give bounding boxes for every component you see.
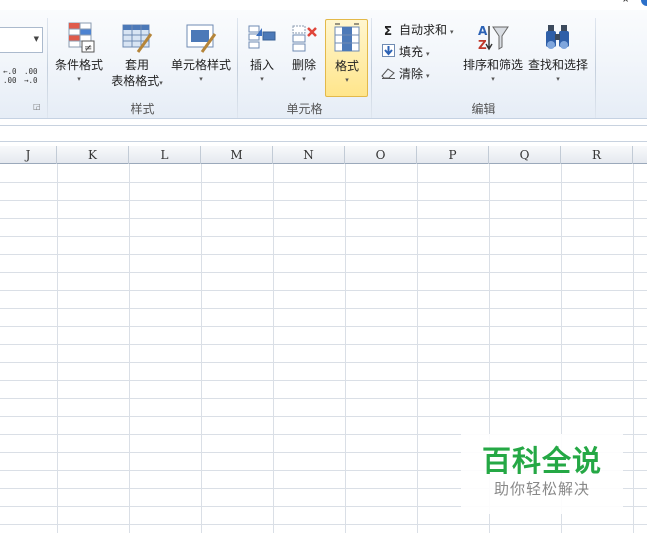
table-format-icon — [122, 24, 153, 53]
fill-button[interactable]: 填充 ▾ — [380, 42, 430, 62]
decrease-decimal-button[interactable]: .00 →.0 — [24, 67, 38, 85]
group-separator — [595, 18, 596, 118]
row-gridline — [0, 236, 647, 237]
column-gridline — [57, 164, 58, 533]
row-gridline — [0, 272, 647, 273]
editing-group-label: 编辑 — [471, 102, 496, 116]
svg-text:Z: Z — [478, 38, 487, 52]
autosum-button[interactable]: Σ 自动求和 ▾ — [380, 20, 454, 40]
insert-button[interactable]: 插入 ▾ — [242, 22, 282, 85]
svg-text:≠: ≠ — [84, 43, 92, 54]
ribbon: ⌃ ▼ ←.0 .00 .00 →.0 ◲ ≠ 条件格式 ▾ 套用 表格格式▾ … — [0, 0, 647, 119]
sigma-icon: Σ — [383, 23, 393, 38]
row-gridline — [0, 254, 647, 255]
column-header-m[interactable]: M — [201, 146, 273, 164]
increase-decimal-button[interactable]: ←.0 .00 — [3, 67, 17, 85]
fill-down-icon — [380, 43, 396, 63]
column-gridline — [417, 164, 418, 533]
chevron-down-icon: ▾ — [491, 75, 495, 83]
column-gridline — [201, 164, 202, 533]
formula-bar[interactable] — [0, 125, 647, 142]
format-button[interactable]: 格式 ▾ — [325, 19, 368, 97]
table-format-button[interactable]: 套用 表格格式▾ — [108, 22, 166, 91]
find-select-label: 查找和选择 — [527, 58, 588, 72]
cell-styles-icon — [186, 24, 217, 53]
svg-text:A: A — [478, 24, 488, 38]
column-header-p[interactable]: P — [417, 146, 489, 164]
column-header-row: J K L M N O P Q R — [0, 146, 647, 164]
chevron-down-icon: ▾ — [260, 75, 264, 83]
chevron-down-icon: ▾ — [556, 75, 560, 83]
eraser-icon — [380, 65, 396, 85]
table-format-label-line1: 套用 — [124, 58, 149, 72]
column-header-n[interactable]: N — [273, 146, 345, 164]
column-header-l[interactable]: L — [129, 146, 201, 164]
row-gridline — [0, 290, 647, 291]
chevron-down-icon: ▾ — [450, 28, 454, 36]
minimize-ribbon-icon[interactable]: ⌃ — [621, 0, 630, 10]
column-header-q[interactable]: Q — [489, 146, 561, 164]
conditional-format-label: 条件格式 — [54, 58, 103, 72]
sort-filter-label: 排序和筛选 — [462, 58, 523, 72]
styles-group-label: 样式 — [130, 102, 155, 116]
delete-label: 删除 — [291, 58, 316, 72]
row-gridline — [0, 308, 647, 309]
column-gridline — [273, 164, 274, 533]
insert-label: 插入 — [249, 58, 274, 72]
sort-filter-button[interactable]: A Z 排序和筛选 ▾ — [462, 22, 524, 85]
row-gridline — [0, 380, 647, 381]
chevron-down-icon: ▾ — [426, 72, 430, 80]
row-gridline — [0, 326, 647, 327]
column-gridline — [633, 164, 634, 533]
conditional-format-button[interactable]: ≠ 条件格式 ▾ — [53, 22, 105, 85]
watermark: 百科全说 助你轻松解决 — [461, 434, 623, 514]
number-format-combo[interactable]: ▼ — [0, 27, 43, 53]
chevron-down-icon: ▾ — [345, 76, 349, 84]
conditional-format-icon: ≠ — [68, 22, 95, 54]
row-gridline — [0, 182, 647, 183]
row-gridline — [0, 344, 647, 345]
clear-label: 清除 — [399, 67, 424, 81]
chevron-down-icon: ▾ — [77, 75, 81, 83]
row-gridline — [0, 362, 647, 363]
row-gridline — [0, 218, 647, 219]
fill-label: 填充 — [399, 45, 424, 59]
cell-styles-button[interactable]: 单元格样式 ▾ — [170, 22, 232, 85]
row-gridline — [0, 398, 647, 399]
row-gridline — [0, 200, 647, 201]
column-header-k[interactable]: K — [57, 146, 129, 164]
row-gridline — [0, 524, 647, 525]
delete-button[interactable]: 删除 ▾ — [284, 22, 324, 85]
clear-button[interactable]: 清除 ▾ — [380, 64, 430, 84]
column-gridline — [129, 164, 130, 533]
autosum-label: 自动求和 — [399, 23, 448, 37]
format-cells-icon — [334, 23, 360, 52]
chevron-down-icon: ▾ — [426, 50, 430, 58]
insert-cells-icon — [248, 25, 276, 49]
row-gridline — [0, 416, 647, 417]
chevron-down-icon: ▾ — [302, 75, 306, 83]
ribbon-tab-strip — [0, 0, 647, 10]
column-header-j[interactable]: J — [0, 146, 57, 164]
chevron-down-icon: ▾ — [159, 79, 163, 87]
delete-cells-icon — [292, 25, 317, 52]
watermark-title: 百科全说 — [481, 444, 602, 478]
sort-filter-icon: A Z — [478, 24, 509, 52]
find-select-button[interactable]: 查找和选择 ▾ — [526, 22, 590, 85]
watermark-subtitle: 助你轻松解决 — [493, 480, 590, 498]
format-label: 格式 — [334, 59, 359, 73]
column-header-r[interactable]: R — [561, 146, 633, 164]
chevron-down-icon[interactable]: ▼ — [34, 35, 39, 43]
chevron-down-icon: ▾ — [199, 75, 203, 83]
cell-styles-label: 单元格样式 — [170, 58, 231, 72]
column-gridline — [345, 164, 346, 533]
dialog-launcher-icon[interactable]: ◲ — [33, 102, 41, 111]
table-format-label-line2: 表格格式 — [111, 74, 160, 88]
binoculars-icon — [546, 25, 569, 49]
cells-group-label: 单元格 — [286, 102, 323, 116]
column-header-o[interactable]: O — [345, 146, 417, 164]
